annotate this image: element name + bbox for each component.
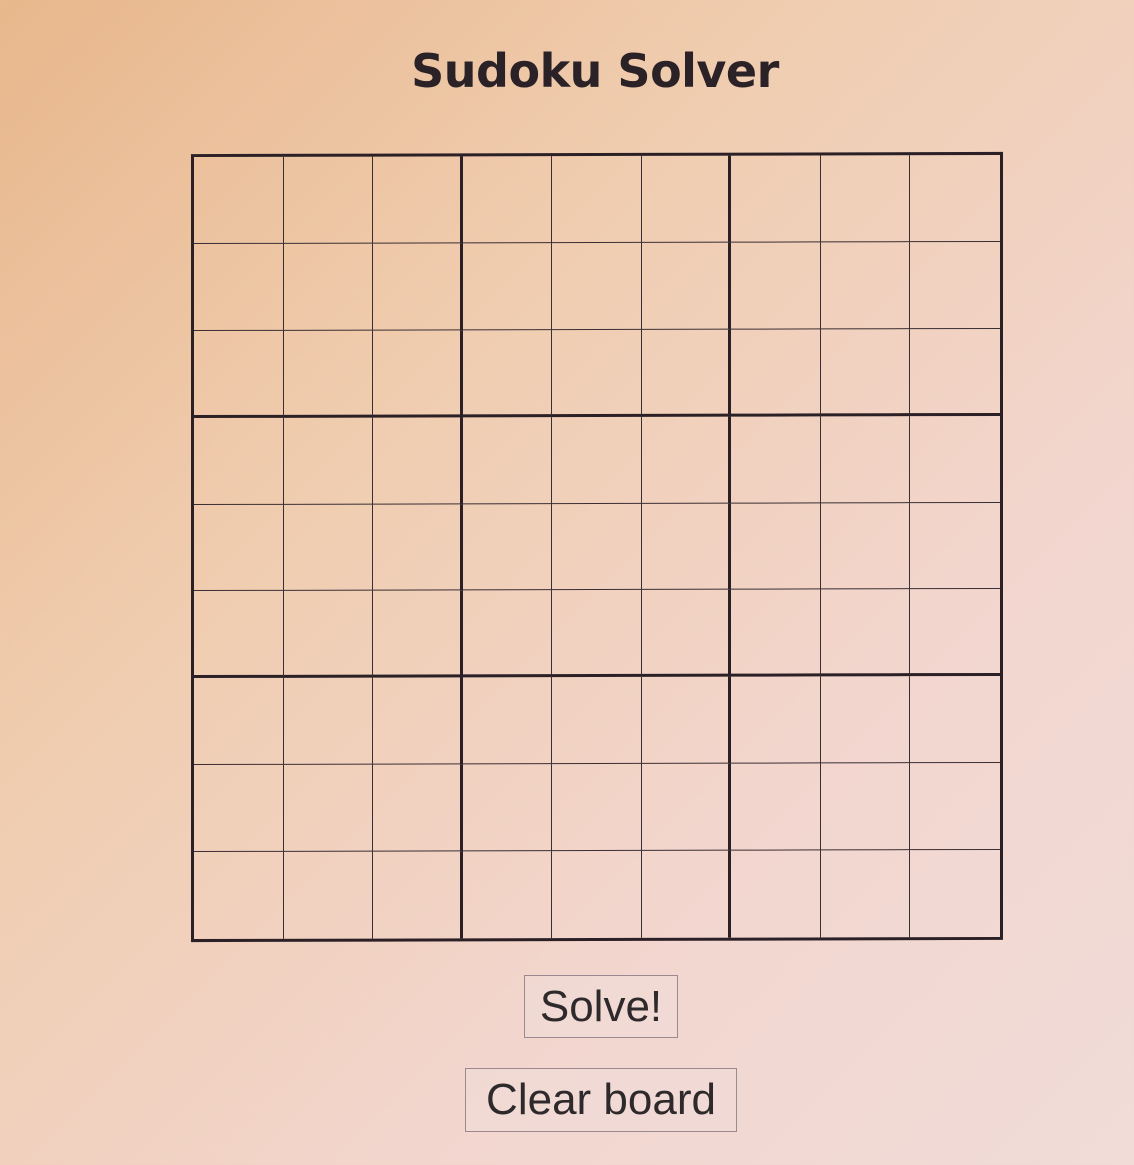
sudoku-cell[interactable] bbox=[820, 676, 911, 764]
sudoku-cell[interactable] bbox=[552, 764, 642, 852]
sudoku-cell[interactable] bbox=[910, 328, 1000, 416]
sudoku-cell[interactable] bbox=[731, 502, 821, 591]
sudoku-cell[interactable] bbox=[820, 415, 911, 503]
sudoku-cell[interactable] bbox=[194, 504, 284, 592]
sudoku-cell[interactable] bbox=[283, 504, 374, 592]
sudoku-cell[interactable] bbox=[462, 590, 553, 678]
sudoku-cell[interactable] bbox=[462, 851, 553, 939]
sudoku-cell[interactable] bbox=[641, 242, 732, 330]
sudoku-cell[interactable] bbox=[283, 417, 374, 505]
sudoku-cell[interactable] bbox=[194, 851, 284, 940]
sudoku-cell[interactable] bbox=[552, 242, 642, 330]
sudoku-cell[interactable] bbox=[283, 156, 374, 244]
sudoku-cell[interactable] bbox=[462, 503, 553, 591]
sudoku-cell[interactable] bbox=[552, 329, 642, 417]
sudoku-cell[interactable] bbox=[910, 589, 1000, 677]
sudoku-cell[interactable] bbox=[194, 765, 284, 853]
sudoku-cell[interactable] bbox=[194, 330, 284, 418]
sudoku-cell[interactable] bbox=[373, 243, 463, 331]
sudoku-cell[interactable] bbox=[731, 416, 821, 504]
sudoku-cell[interactable] bbox=[641, 676, 732, 765]
sudoku-cell[interactable] bbox=[820, 502, 911, 590]
sudoku-cell[interactable] bbox=[641, 416, 732, 504]
sudoku-cell[interactable] bbox=[910, 415, 1000, 503]
sudoku-cell[interactable] bbox=[820, 155, 911, 243]
sudoku-cell[interactable] bbox=[462, 677, 553, 765]
sudoku-cell[interactable] bbox=[283, 243, 374, 331]
sudoku-cell[interactable] bbox=[283, 851, 374, 939]
sudoku-cell[interactable] bbox=[552, 590, 642, 678]
solve-button[interactable]: Solve! bbox=[524, 975, 678, 1038]
sudoku-cell[interactable] bbox=[731, 589, 821, 677]
sudoku-cell[interactable] bbox=[283, 764, 374, 852]
sudoku-cell[interactable] bbox=[552, 677, 642, 765]
sudoku-cell[interactable] bbox=[194, 156, 284, 244]
sudoku-cell[interactable] bbox=[462, 156, 553, 244]
sudoku-cell[interactable] bbox=[462, 764, 553, 852]
sudoku-cell[interactable] bbox=[373, 677, 463, 765]
sudoku-cell[interactable] bbox=[373, 330, 463, 418]
sudoku-cell[interactable] bbox=[373, 764, 463, 852]
sudoku-cell[interactable] bbox=[731, 850, 821, 938]
sudoku-cell[interactable] bbox=[552, 416, 642, 504]
sudoku-cell[interactable] bbox=[373, 417, 463, 505]
sudoku-cell[interactable] bbox=[641, 850, 732, 938]
sudoku-cell[interactable] bbox=[194, 417, 284, 505]
sudoku-cell[interactable] bbox=[373, 503, 463, 592]
sudoku-cell[interactable] bbox=[641, 155, 732, 243]
sudoku-cell[interactable] bbox=[910, 154, 1000, 243]
sudoku-cell[interactable] bbox=[641, 329, 732, 417]
sudoku-cell[interactable] bbox=[462, 242, 553, 331]
sudoku-cell[interactable] bbox=[552, 155, 642, 243]
sudoku-cell[interactable] bbox=[641, 503, 732, 591]
sudoku-cell[interactable] bbox=[731, 763, 821, 851]
sudoku-cell[interactable] bbox=[194, 243, 284, 331]
sudoku-cell[interactable] bbox=[283, 677, 374, 766]
sudoku-board bbox=[191, 151, 1003, 943]
sudoku-cell[interactable] bbox=[462, 329, 553, 418]
sudoku-cell[interactable] bbox=[731, 329, 821, 417]
sudoku-cell[interactable] bbox=[373, 590, 463, 678]
sudoku-cell[interactable] bbox=[820, 763, 911, 851]
sudoku-cell[interactable] bbox=[194, 678, 284, 766]
page-title: Sudoku Solver bbox=[411, 44, 779, 98]
sudoku-cell[interactable] bbox=[910, 763, 1000, 851]
sudoku-cell[interactable] bbox=[552, 850, 642, 939]
sudoku-cell[interactable] bbox=[910, 241, 1000, 329]
sudoku-cell[interactable] bbox=[373, 851, 463, 939]
sudoku-cell[interactable] bbox=[820, 328, 911, 417]
sudoku-cell[interactable] bbox=[910, 850, 1000, 937]
sudoku-cell[interactable] bbox=[820, 850, 911, 938]
sudoku-cell[interactable] bbox=[462, 416, 553, 504]
sudoku-cell[interactable] bbox=[731, 242, 821, 330]
sudoku-cell[interactable] bbox=[910, 502, 1000, 590]
sudoku-cell[interactable] bbox=[283, 591, 374, 679]
clear-board-button[interactable]: Clear board bbox=[465, 1068, 737, 1132]
sudoku-cell[interactable] bbox=[820, 242, 911, 330]
sudoku-cell[interactable] bbox=[552, 503, 642, 591]
sudoku-cell[interactable] bbox=[820, 589, 911, 677]
sudoku-cell[interactable] bbox=[373, 156, 463, 244]
sudoku-cell[interactable] bbox=[283, 330, 374, 418]
sudoku-cell[interactable] bbox=[731, 676, 821, 764]
sudoku-cell[interactable] bbox=[641, 590, 732, 678]
sudoku-cell[interactable] bbox=[910, 676, 1000, 764]
sudoku-cell[interactable] bbox=[731, 155, 821, 243]
sudoku-cell[interactable] bbox=[194, 591, 284, 679]
sudoku-cell[interactable] bbox=[641, 763, 732, 851]
